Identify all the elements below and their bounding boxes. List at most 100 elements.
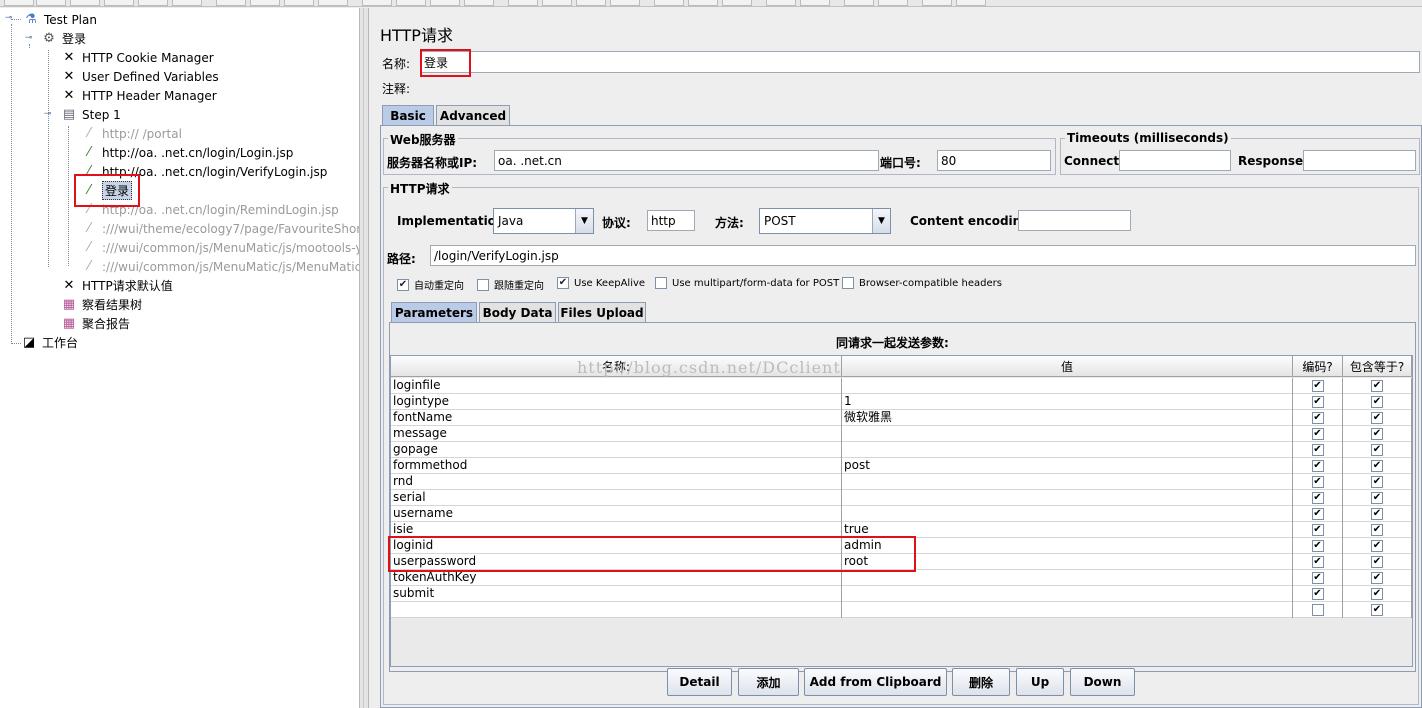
follow-redirects-checkbox[interactable]: ✔ 自动重定向 [397, 277, 464, 292]
param-name-cell[interactable]: username [391, 506, 842, 522]
encode-checkbox[interactable]: ✔ [1311, 428, 1324, 440]
tree-node-sampler[interactable]: ⁄ :///wui/common/js/MenuMatic/js/mootool… [80, 238, 359, 257]
param-value-cell[interactable] [842, 602, 1293, 618]
include-equals-checkbox[interactable]: ✔ [1371, 428, 1383, 440]
param-value-cell[interactable]: 1 [842, 394, 1293, 410]
param-name-cell[interactable]: formmethod [391, 458, 842, 474]
include-equals-checkbox[interactable]: ✔ [1371, 604, 1383, 616]
param-value-cell[interactable] [842, 490, 1293, 506]
table-row[interactable]: tokenAuthKey ✔ ✔ [391, 570, 1412, 586]
param-name-cell[interactable]: message [391, 426, 842, 442]
toolbar-button[interactable] [396, 0, 426, 6]
multipart-checkbox[interactable]: Use multipart/form-data for POST [655, 277, 839, 289]
encode-checkbox[interactable] [1311, 604, 1324, 616]
tree-node-cookie-manager[interactable]: ✕ HTTP Cookie Manager [60, 48, 214, 67]
toolbar-button[interactable] [36, 0, 66, 6]
include-equals-checkbox[interactable]: ✔ [1371, 492, 1383, 504]
toolbar-button[interactable] [250, 0, 280, 6]
param-name-cell[interactable]: gopage [391, 442, 842, 458]
up-button[interactable]: Up [1016, 668, 1064, 696]
param-value-cell[interactable]: 微软雅黑 [842, 410, 1293, 426]
toolbar-button[interactable] [70, 0, 100, 6]
param-value-cell[interactable] [842, 378, 1293, 394]
param-name-cell[interactable]: logintype [391, 394, 842, 410]
tab-body-data[interactable]: Body Data [479, 302, 556, 323]
toolbar-button[interactable] [464, 0, 494, 6]
toolbar-button[interactable] [576, 0, 606, 6]
toolbar-button[interactable] [610, 0, 640, 6]
encode-checkbox[interactable]: ✔ [1311, 508, 1324, 520]
host-field[interactable]: oa. .net.cn [494, 150, 879, 171]
tree-node-http-defaults[interactable]: ✕ HTTP请求默认值 [60, 276, 173, 295]
browser-compatible-checkbox[interactable]: Browser-compatible headers [842, 277, 1002, 289]
tree-node-sampler[interactable]: ⁄ :///wui/theme/ecology7/page/FavouriteS… [80, 219, 359, 238]
toolbar-button[interactable] [4, 0, 34, 6]
toolbar-button[interactable] [542, 0, 572, 6]
tree-node-results-tree[interactable]: ▦ 察看结果树 [60, 295, 142, 314]
redirect-automatically-checkbox[interactable]: 跟随重定向 [477, 277, 544, 292]
encode-checkbox[interactable]: ✔ [1311, 396, 1324, 408]
include-equals-checkbox[interactable]: ✔ [1371, 508, 1383, 520]
tree-node-test-plan[interactable]: ⚗ Test Plan [22, 10, 97, 29]
tree-node-header-manager[interactable]: ✕ HTTP Header Manager [60, 86, 217, 105]
include-equals-checkbox[interactable]: ✔ [1371, 588, 1383, 600]
param-name-cell[interactable]: loginfile [391, 378, 842, 394]
encode-checkbox[interactable]: ✔ [1311, 588, 1324, 600]
down-button[interactable]: Down [1070, 668, 1135, 696]
toolbar-button[interactable] [766, 0, 796, 6]
table-row[interactable]: message ✔ ✔ [391, 426, 1412, 442]
table-row[interactable]: rnd ✔ ✔ [391, 474, 1412, 490]
connect-timeout-field[interactable] [1119, 150, 1231, 171]
include-equals-checkbox[interactable]: ✔ [1371, 524, 1383, 536]
param-name-cell[interactable] [391, 602, 842, 618]
tree-node-sampler[interactable]: ⁄ http:// /portal [80, 124, 182, 143]
param-value-cell[interactable] [842, 506, 1293, 522]
toolbar-button[interactable] [956, 0, 986, 6]
param-value-cell[interactable] [842, 442, 1293, 458]
tree-node-sampler[interactable]: ⁄ http://oa. .net.cn/login/Login.jsp [80, 143, 293, 162]
toolbar-button[interactable] [284, 0, 314, 6]
include-equals-checkbox[interactable]: ✔ [1371, 396, 1383, 408]
table-row[interactable]: fontName 微软雅黑 ✔ ✔ [391, 410, 1412, 426]
encode-checkbox[interactable]: ✔ [1311, 412, 1324, 424]
include-equals-checkbox[interactable]: ✔ [1371, 540, 1383, 552]
param-name-cell[interactable]: tokenAuthKey [391, 570, 842, 586]
param-value-cell[interactable]: post [842, 458, 1293, 474]
encode-checkbox[interactable]: ✔ [1311, 572, 1324, 584]
table-row[interactable]: serial ✔ ✔ [391, 490, 1412, 506]
toolbar-button[interactable] [318, 0, 348, 6]
encode-checkbox[interactable]: ✔ [1311, 380, 1324, 392]
comment-field[interactable] [420, 76, 1420, 96]
toolbar-button[interactable] [508, 0, 538, 6]
table-row[interactable]: ✔ [391, 602, 1412, 618]
tab-basic[interactable]: Basic [382, 105, 434, 126]
include-equals-checkbox[interactable]: ✔ [1371, 380, 1383, 392]
table-row[interactable]: logintype 1 ✔ ✔ [391, 394, 1412, 410]
param-name-cell[interactable]: serial [391, 490, 842, 506]
port-field[interactable]: 80 [937, 150, 1051, 171]
encode-checkbox[interactable]: ✔ [1311, 460, 1324, 472]
split-pane-divider[interactable] [360, 8, 369, 708]
include-equals-checkbox[interactable]: ✔ [1371, 476, 1383, 488]
collapse-toggle[interactable]: ⊸ [4, 14, 13, 23]
encoding-field[interactable] [1018, 210, 1131, 231]
toolbar-button[interactable] [878, 0, 908, 6]
toolbar-button[interactable] [922, 0, 952, 6]
include-equals-checkbox[interactable]: ✔ [1371, 572, 1383, 584]
encode-checkbox[interactable]: ✔ [1311, 556, 1324, 568]
add-from-clipboard-button[interactable]: Add from Clipboard [804, 668, 947, 696]
response-timeout-field[interactable] [1303, 150, 1416, 171]
include-equals-checkbox[interactable]: ✔ [1371, 556, 1383, 568]
method-select[interactable]: POST ▼ [759, 208, 891, 234]
delete-button[interactable]: 删除 [952, 668, 1010, 696]
path-field[interactable]: /login/VerifyLogin.jsp [430, 245, 1416, 266]
toolbar-button[interactable] [800, 0, 830, 6]
table-row[interactable]: gopage ✔ ✔ [391, 442, 1412, 458]
toolbar-button[interactable] [844, 0, 874, 6]
param-name-cell[interactable]: rnd [391, 474, 842, 490]
param-name-cell[interactable]: submit [391, 586, 842, 602]
tree-node-aggregate-report[interactable]: ▦ 聚合报告 [60, 314, 130, 333]
implementation-select[interactable]: Java ▼ [493, 208, 594, 234]
table-row[interactable]: loginfile ✔ ✔ [391, 378, 1412, 394]
toolbar-button[interactable] [688, 0, 718, 6]
